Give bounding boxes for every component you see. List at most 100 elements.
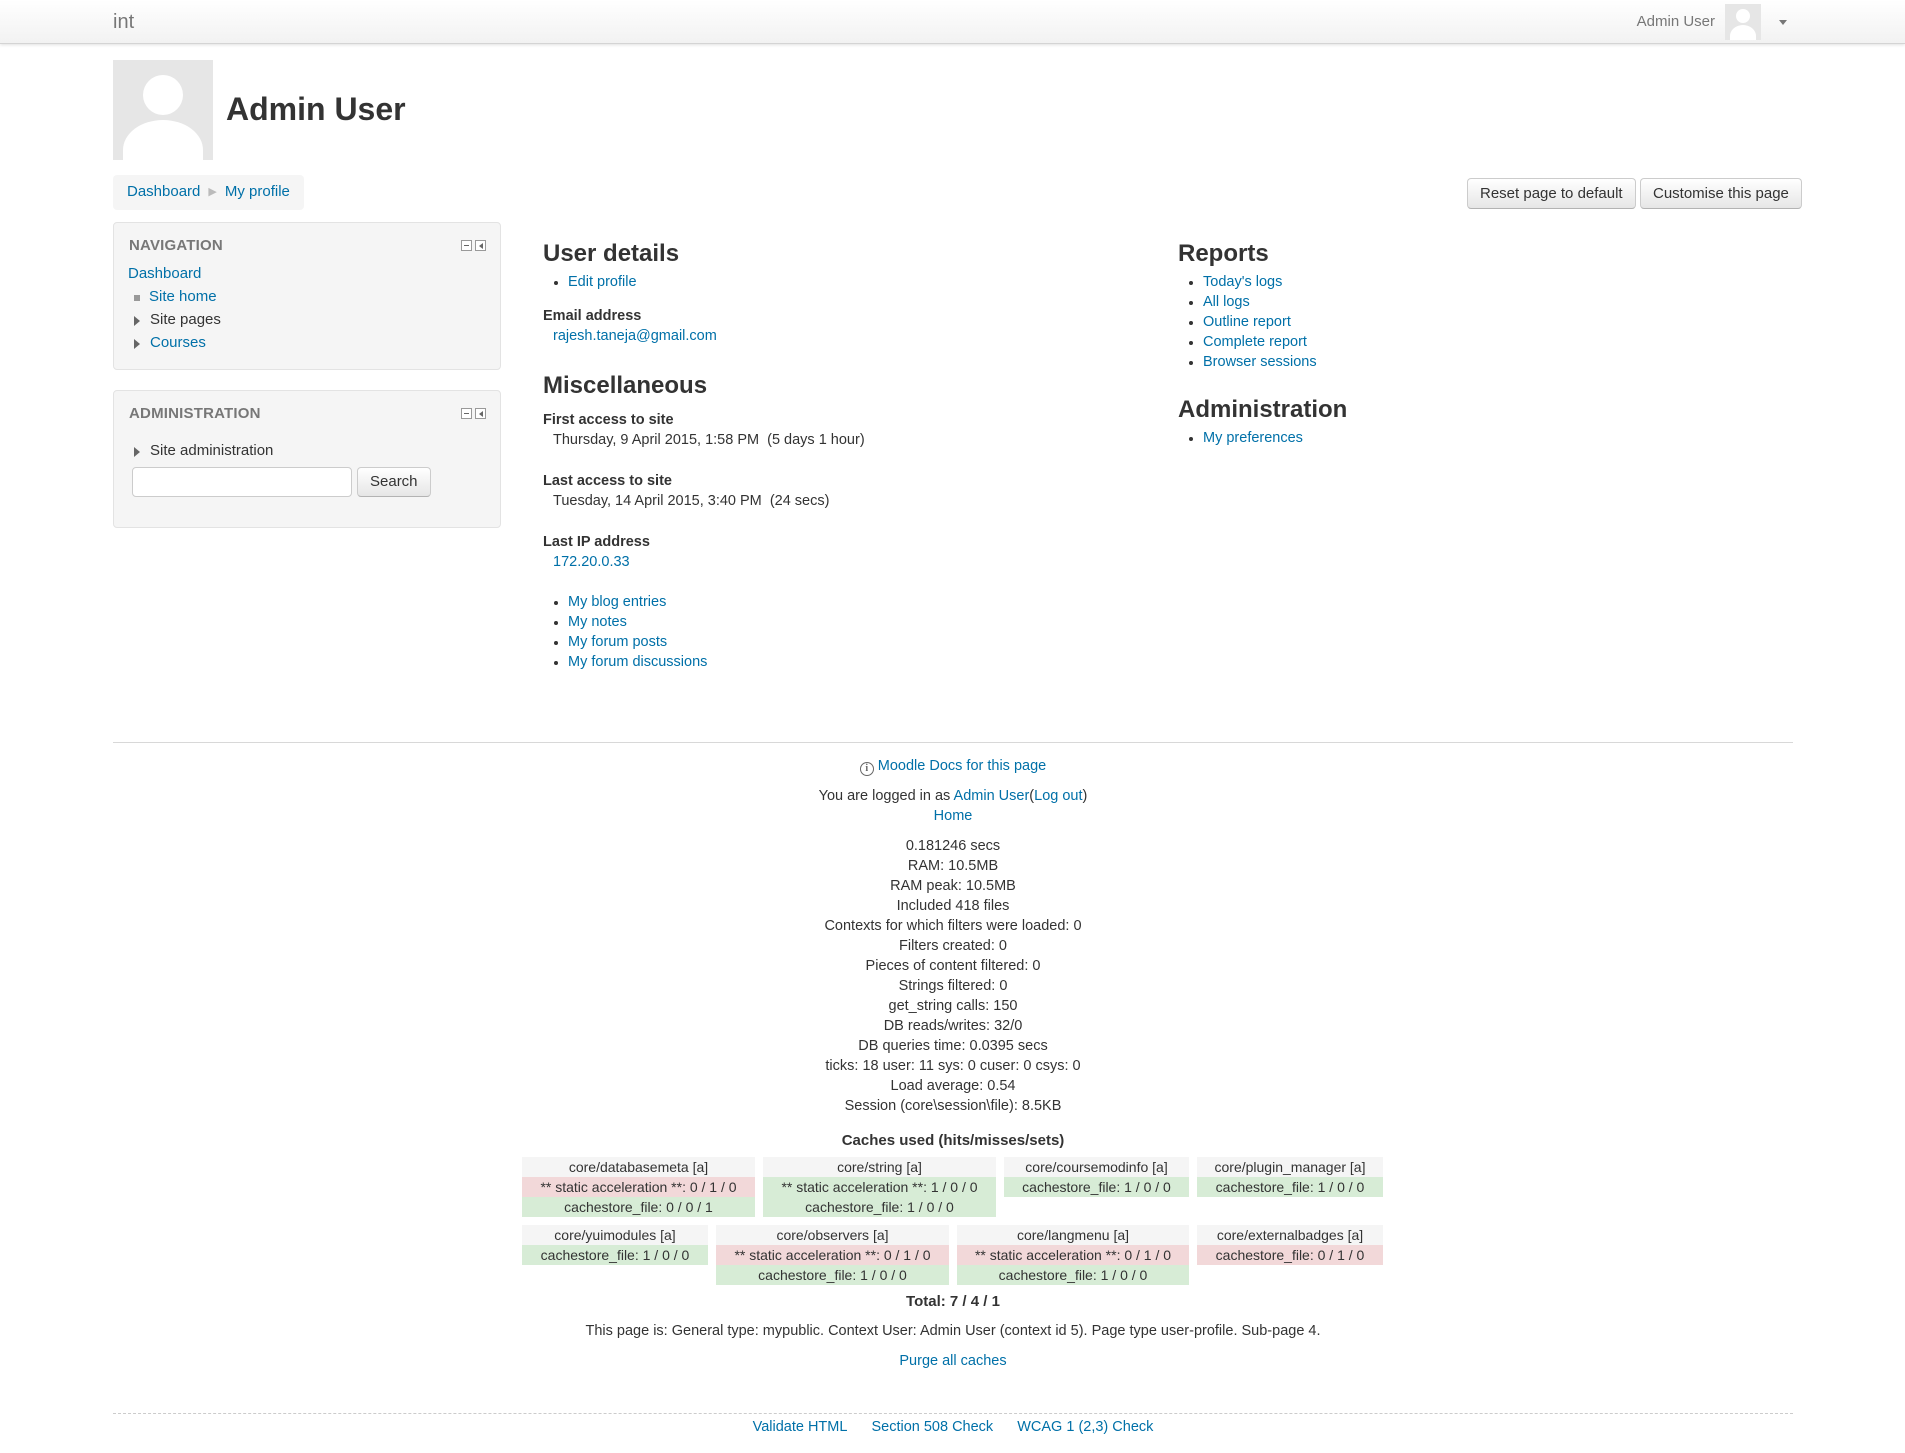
cache-stat-hit: ** static acceleration **: 1 / 0 / 0 [763, 1177, 996, 1197]
my-forum-discussions-link[interactable]: My forum discussions [568, 654, 707, 670]
edit-profile-link[interactable]: Edit profile [568, 274, 637, 290]
admin-search-form: Search [132, 467, 431, 497]
cache-total: Total: 7 / 4 / 1 [906, 1293, 1000, 1310]
misc-links: My blog entries My notes My forum posts … [543, 592, 1103, 672]
last-access-value: Tuesday, 14 April 2015, 3:40 PM (24 secs… [553, 493, 830, 509]
user-menu-name[interactable]: Admin User [1637, 12, 1715, 32]
first-access-detail: First access to site Thursday, 9 April 2… [543, 410, 1103, 450]
navigation-tree: Dashboard Site home Site pages Courses [128, 263, 221, 355]
perf-line: DB queries time: 0.0395 secs [858, 1038, 1048, 1054]
footer-divider [113, 742, 1793, 743]
reports-heading: Reports [1178, 240, 1269, 267]
perf-line: Filters created: 0 [899, 938, 1007, 954]
cache-stat-hit: cachestore_file: 1 / 0 / 0 [957, 1265, 1189, 1285]
cache-name: core/databasemeta [a] [522, 1157, 755, 1177]
first-access-value: Thursday, 9 April 2015, 1:58 PM (5 days … [553, 432, 865, 448]
cache-stat-hit: cachestore_file: 1 / 0 / 0 [1197, 1177, 1383, 1197]
nav-item-site-pages[interactable]: Site pages [150, 310, 221, 330]
cache-item: core/yuimodules [a] cachestore_file: 1 /… [522, 1225, 708, 1265]
all-logs-link[interactable]: All logs [1203, 294, 1250, 310]
last-ip-link[interactable]: 172.20.0.33 [553, 554, 630, 570]
info-icon: i [859, 762, 874, 776]
last-access-detail: Last access to site Tuesday, 14 April 20… [543, 471, 1103, 511]
logged-in-prefix: You are logged in as [818, 788, 951, 804]
logout-link[interactable]: Log out [1034, 788, 1082, 804]
cache-name: core/yuimodules [a] [522, 1225, 708, 1245]
logged-in-user-link[interactable]: Admin User [954, 788, 1030, 804]
top-navbar: int Admin User [0, 0, 1905, 44]
home-link[interactable]: Home [934, 808, 973, 824]
minimize-icon[interactable] [461, 408, 472, 419]
cache-item: core/string [a] ** static acceleration *… [763, 1157, 996, 1217]
reset-page-button[interactable]: Reset page to default [1467, 178, 1636, 209]
perf-line: DB reads/writes: 32/0 [883, 1018, 1023, 1034]
minimize-icon[interactable] [461, 240, 472, 251]
dock-icon[interactable] [475, 240, 486, 251]
breadcrumb-my-profile[interactable]: My profile [225, 182, 290, 202]
user-avatar-icon[interactable] [1725, 4, 1761, 40]
my-preferences-link[interactable]: My preferences [1203, 430, 1303, 446]
my-forum-posts-link[interactable]: My forum posts [568, 634, 667, 650]
admin-item-site-administration[interactable]: Site administration [150, 441, 273, 461]
section-508-check-link[interactable]: Section 508 Check [871, 1419, 993, 1435]
validate-html-link[interactable]: Validate HTML [753, 1419, 848, 1435]
site-brand[interactable]: int [113, 9, 134, 36]
expand-triangle-icon[interactable] [134, 315, 140, 326]
cache-stat-miss: cachestore_file: 0 / 1 / 0 [1197, 1245, 1383, 1265]
expand-triangle-icon[interactable] [134, 338, 140, 349]
expand-triangle-icon[interactable] [134, 446, 140, 457]
validators-divider [113, 1413, 1793, 1414]
perf-line: Strings filtered: 0 [898, 978, 1008, 994]
browser-sessions-link[interactable]: Browser sessions [1203, 354, 1317, 370]
breadcrumb-separator-icon: ▶ [208, 186, 217, 199]
cache-item: core/databasemeta [a] ** static accelera… [522, 1157, 755, 1217]
page-type-info: This page is: General type: mypublic. Co… [585, 1323, 1321, 1339]
last-access-label: Last access to site [543, 473, 672, 489]
nav-item-dashboard[interactable]: Dashboard [128, 264, 201, 284]
perf-line: Session (core\session\file): 8.5KB [844, 1098, 1062, 1114]
caret-down-icon[interactable] [1779, 19, 1787, 25]
user-details-heading: User details [543, 240, 680, 267]
breadcrumb-dashboard[interactable]: Dashboard [127, 182, 200, 202]
admin-search-button[interactable]: Search [357, 467, 431, 497]
perf-line: RAM peak: 10.5MB [890, 878, 1016, 894]
cache-item: core/coursemodinfo [a] cachestore_file: … [1004, 1157, 1189, 1197]
outline-report-link[interactable]: Outline report [1203, 314, 1291, 330]
login-info: You are logged in as Admin User(Log out) [818, 788, 1088, 804]
nav-item-courses[interactable]: Courses [150, 333, 206, 353]
my-notes-link[interactable]: My notes [568, 614, 627, 630]
my-blog-entries-link[interactable]: My blog entries [568, 594, 666, 610]
first-access-label: First access to site [543, 412, 674, 428]
reports-column: Reports Today's logs All logs Outline re… [1178, 238, 1678, 448]
cache-stat-miss: ** static acceleration **: 0 / 1 / 0 [522, 1177, 755, 1197]
perf-line: get_string calls: 150 [888, 998, 1018, 1014]
complete-report-link[interactable]: Complete report [1203, 334, 1307, 350]
validator-links: Validate HTML Section 508 Check WCAG 1 (… [113, 1418, 1793, 1438]
perf-line: 0.181246 secs [905, 838, 1001, 854]
performance-info: 0.181246 secs RAM: 10.5MB RAM peak: 10.5… [113, 836, 1793, 1116]
purge-caches-link[interactable]: Purge all caches [899, 1353, 1006, 1369]
block-controls [461, 408, 486, 419]
dock-icon[interactable] [475, 408, 486, 419]
administration-block-title: ADMINISTRATION [129, 405, 261, 422]
miscellaneous-heading: Miscellaneous [543, 372, 708, 399]
administration-heading: Administration [1178, 396, 1348, 423]
breadcrumb: Dashboard ▶ My profile [113, 175, 304, 210]
cache-stat-hit: cachestore_file: 0 / 0 / 1 [522, 1197, 755, 1217]
last-ip-label: Last IP address [543, 534, 650, 550]
customise-page-button[interactable]: Customise this page [1640, 178, 1802, 209]
email-link[interactable]: rajesh.taneja@gmail.com [553, 328, 717, 344]
moodle-docs-link[interactable]: Moodle Docs for this page [878, 758, 1046, 774]
last-ip-detail: Last IP address 172.20.0.33 [543, 532, 1103, 572]
todays-logs-link[interactable]: Today's logs [1203, 274, 1282, 290]
user-menu[interactable]: Admin User [1637, 3, 1787, 41]
reports-links: Today's logs All logs Outline report Com… [1178, 272, 1678, 372]
wcag-check-link[interactable]: WCAG 1 (2,3) Check [1017, 1419, 1153, 1435]
administration-links: My preferences [1178, 428, 1678, 448]
cache-stat-miss: ** static acceleration **: 0 / 1 / 0 [957, 1245, 1189, 1265]
navigation-block-title: NAVIGATION [129, 237, 223, 254]
cache-item: core/externalbadges [a] cachestore_file:… [1197, 1225, 1383, 1265]
nav-item-site-home[interactable]: Site home [149, 287, 217, 307]
admin-search-input[interactable] [132, 467, 352, 497]
cache-stat-miss: ** static acceleration **: 0 / 1 / 0 [716, 1245, 949, 1265]
